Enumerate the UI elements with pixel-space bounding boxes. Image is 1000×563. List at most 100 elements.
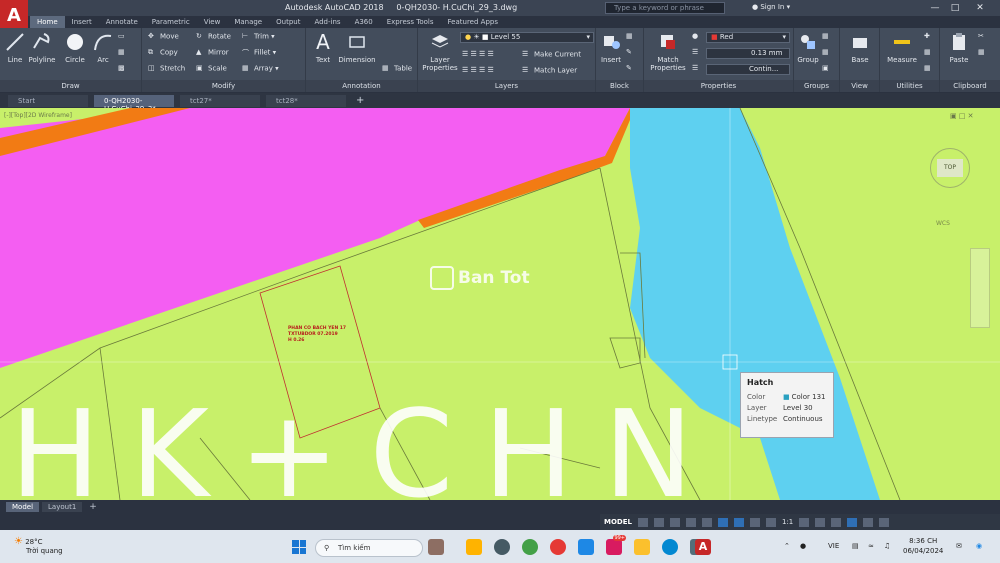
- chat-icon[interactable]: [494, 539, 510, 555]
- text-tool[interactable]: A Text: [312, 32, 334, 64]
- osnap-icon[interactable]: [701, 517, 712, 527]
- doc-tab-current[interactable]: 0-QH2030- H.CuChi_29_3*: [94, 94, 174, 113]
- move-tool[interactable]: ✥ Move: [148, 32, 179, 41]
- annotation-panel-title[interactable]: Annotation: [306, 80, 417, 92]
- cut-icon[interactable]: ✂: [978, 32, 984, 40]
- mirror-tool[interactable]: ▲ Mirror: [196, 48, 229, 57]
- tab-output[interactable]: Output: [269, 16, 307, 28]
- properties-panel-title[interactable]: Properties: [644, 80, 793, 92]
- grid-icon[interactable]: [637, 517, 648, 527]
- polar-icon[interactable]: [685, 517, 696, 527]
- doc-tab-tct27[interactable]: tct27*: [180, 94, 260, 107]
- language-indicator[interactable]: VIE: [828, 542, 839, 550]
- rotate-tool[interactable]: ↻ Rotate: [196, 32, 231, 41]
- ungroup-icon[interactable]: ▦: [822, 32, 829, 40]
- maximize-icon[interactable]: □: [945, 1, 965, 15]
- copy-clip-icon[interactable]: ▦: [978, 48, 985, 56]
- wifi-icon[interactable]: ≈: [868, 542, 874, 550]
- volume-icon[interactable]: ♫: [884, 542, 890, 550]
- clean-screen-icon[interactable]: [863, 517, 874, 527]
- tab-manage[interactable]: Manage: [227, 16, 269, 28]
- customize-icon[interactable]: [879, 517, 890, 527]
- table-tool[interactable]: ▦ Table: [382, 64, 412, 73]
- viewport-label[interactable]: [-][Top][2D Wireframe]: [4, 112, 72, 119]
- doc-tab-start[interactable]: Start: [8, 94, 88, 107]
- dynamic-input-icon[interactable]: [733, 517, 744, 527]
- measure-tool[interactable]: Measure: [884, 32, 920, 64]
- viewcube-top-face[interactable]: TOP: [937, 159, 963, 177]
- group-select-icon[interactable]: ▣: [822, 64, 829, 72]
- edge-icon[interactable]: [662, 539, 678, 555]
- create-block-icon[interactable]: ▦: [626, 32, 633, 40]
- file-explorer-icon[interactable]: [466, 539, 482, 555]
- tab-express-tools[interactable]: Express Tools: [380, 16, 441, 28]
- view-panel-title[interactable]: View: [840, 80, 879, 92]
- trim-tool[interactable]: ⊢ Trim ▾: [242, 32, 275, 41]
- modify-panel-title[interactable]: Modify: [142, 80, 305, 92]
- arc-tool[interactable]: Arc: [92, 32, 114, 64]
- doc-tab-tct28[interactable]: tct28*: [266, 94, 346, 107]
- chrome-icon[interactable]: [522, 539, 538, 555]
- copy-tool[interactable]: ⧉ Copy: [148, 48, 178, 57]
- edit-block-icon[interactable]: ✎: [626, 48, 632, 56]
- tab-model[interactable]: Model: [6, 502, 40, 512]
- layer-tools-row-2[interactable]: ☰ ☰ ☰ ☰: [462, 66, 494, 74]
- hatch-icon[interactable]: ▦: [118, 48, 125, 56]
- circle-tool[interactable]: Circle: [62, 32, 88, 64]
- tab-layout1[interactable]: Layout1: [42, 502, 83, 512]
- taskbar-clock[interactable]: 8:36 CH 06/04/2024: [903, 536, 943, 556]
- linetype-dropdown[interactable]: Contin...: [706, 64, 790, 75]
- color-dropdown[interactable]: ■ Red ▾: [706, 32, 790, 43]
- mail-icon[interactable]: [578, 539, 594, 555]
- quick-select-icon[interactable]: ✚: [924, 32, 930, 40]
- tray-app-icon[interactable]: ●: [800, 542, 806, 550]
- model-space-toggle[interactable]: MODEL: [604, 518, 632, 526]
- tab-annotate[interactable]: Annotate: [99, 16, 145, 28]
- clipboard-panel-title[interactable]: Clipboard: [940, 80, 1000, 92]
- rectangle-icon[interactable]: ▭: [118, 32, 125, 40]
- taskbar-search[interactable]: ⚲ Tìm kiếm: [315, 539, 423, 557]
- layer-properties-tool[interactable]: Layer Properties: [422, 32, 458, 72]
- tab-featured-apps[interactable]: Featured Apps: [441, 16, 505, 28]
- viewport-controls[interactable]: ▣ □ ✕: [950, 112, 974, 120]
- annotation-visibility-icon[interactable]: [765, 517, 776, 527]
- navigation-bar[interactable]: [970, 248, 990, 328]
- gradient-icon[interactable]: ▩: [118, 64, 125, 72]
- isolate-objects-icon[interactable]: [831, 517, 842, 527]
- sign-in-button[interactable]: ● Sign In ▾: [752, 3, 790, 11]
- array-tool[interactable]: ▦ Array ▾: [242, 64, 279, 73]
- close-icon[interactable]: ✕: [970, 1, 990, 15]
- folder-icon[interactable]: [634, 539, 650, 555]
- block-attribute-icon[interactable]: ✎: [626, 64, 632, 72]
- id-point-icon[interactable]: ▦: [924, 64, 931, 72]
- viewcube[interactable]: TOP: [930, 148, 970, 188]
- calculator-icon[interactable]: ▦: [924, 48, 931, 56]
- minimize-icon[interactable]: —: [925, 1, 945, 15]
- annotation-scale[interactable]: 1:1: [782, 518, 793, 526]
- stretch-tool[interactable]: ◫ Stretch: [148, 64, 185, 73]
- tab-insert[interactable]: Insert: [65, 16, 99, 28]
- match-layer-button[interactable]: ☰ Match Layer: [522, 66, 577, 75]
- network-icon[interactable]: ▤: [852, 542, 859, 550]
- add-layout-icon[interactable]: +: [89, 502, 97, 512]
- help-search-input[interactable]: Type a keyword or phrase: [605, 2, 725, 14]
- lineweight-dropdown[interactable]: 0.13 mm: [706, 48, 790, 59]
- chrome-profile-icon[interactable]: [550, 539, 566, 555]
- group-edit-icon[interactable]: ▦: [822, 48, 829, 56]
- snap-icon[interactable]: [653, 517, 664, 527]
- tab-home[interactable]: Home: [30, 16, 65, 28]
- utilities-panel-title[interactable]: Utilities: [880, 80, 939, 92]
- hardware-acceleration-icon[interactable]: [847, 517, 858, 527]
- make-current-button[interactable]: ☰ Make Current: [522, 50, 581, 59]
- tab-parametric[interactable]: Parametric: [145, 16, 197, 28]
- tray-chevron-up-icon[interactable]: ⌃: [784, 542, 790, 550]
- plus-icon[interactable]: [815, 517, 826, 527]
- polyline-tool[interactable]: Polyline: [28, 32, 56, 64]
- draw-panel-title[interactable]: Draw: [0, 80, 141, 92]
- notifications-app-icon[interactable]: 99+: [606, 535, 626, 555]
- notification-bell-icon[interactable]: ✉: [956, 542, 962, 550]
- ortho-icon[interactable]: [669, 517, 680, 527]
- group-tool[interactable]: Group: [796, 32, 820, 64]
- lineweight-toggle-icon[interactable]: [749, 517, 760, 527]
- base-tool[interactable]: Base: [846, 32, 874, 64]
